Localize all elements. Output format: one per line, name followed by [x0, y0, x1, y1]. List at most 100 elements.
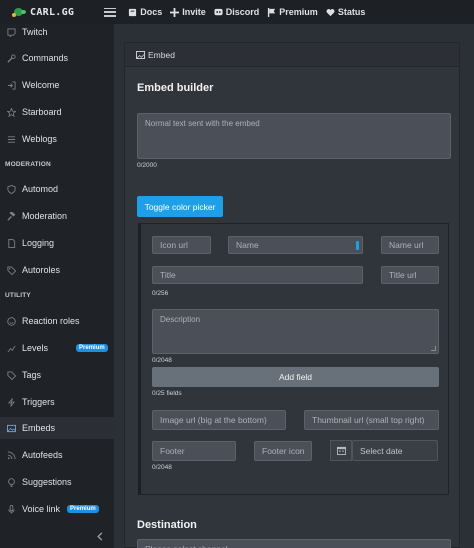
sidebar-item-triggers[interactable]: Triggers [0, 391, 114, 413]
sidebar-item-voice-link[interactable]: Voice link Premium [0, 498, 114, 520]
nav-invite-label: Invite [182, 7, 206, 17]
nav-invite[interactable]: Invite [170, 7, 206, 17]
title-url-input[interactable]: Title url [381, 266, 439, 284]
sidebar-item-welcome[interactable]: Welcome [0, 74, 114, 96]
sidebar-item-label: Voice link [22, 504, 61, 514]
nav-premium[interactable]: Premium [267, 7, 318, 17]
turtle-logo-icon [12, 7, 26, 18]
top-bar: CARL.GG Docs Invite Discord Premium Stat… [0, 0, 474, 24]
sidebar-item-label: Twitch [22, 27, 48, 37]
description-textarea[interactable]: Description [152, 309, 439, 354]
nav-status-label: Status [337, 7, 366, 17]
sidebar-item-label: Automod [22, 184, 59, 194]
embed-fields-panel: Icon url Name Name url Title Title url 0… [138, 223, 449, 495]
image-icon [136, 50, 145, 59]
sidebar-section-moderation: MODERATION [5, 161, 51, 168]
sidebar-item-twitch[interactable]: Twitch [0, 24, 114, 43]
description-placeholder: Description [160, 315, 201, 324]
nav-discord-label: Discord [225, 7, 260, 17]
title-counter: 0/256 [152, 290, 169, 297]
tag-icon [6, 265, 16, 275]
name-url-input[interactable]: Name url [381, 236, 439, 254]
sidebar-section-utility: UTILITY [5, 292, 31, 299]
chevron-left-icon [97, 531, 103, 541]
footer-counter: 0/2048 [152, 464, 172, 471]
sidebar-item-moderation[interactable]: Moderation [0, 205, 114, 227]
sidebar-item-label: Starboard [22, 107, 62, 117]
sidebar-item-suggestions[interactable]: Suggestions [0, 471, 114, 493]
plus-icon [170, 7, 180, 17]
premium-badge: Premium [76, 344, 108, 352]
calendar-icon[interactable] [330, 440, 352, 461]
sidebar-item-commands[interactable]: Commands [0, 47, 114, 69]
flag-icon [268, 7, 276, 17]
sidebar: Twitch Commands Welcome Starboard Weblog… [0, 24, 114, 548]
microphone-icon [6, 504, 16, 514]
chart-icon [6, 343, 16, 353]
tags-icon [6, 370, 16, 380]
smile-icon [6, 316, 16, 326]
sidebar-item-label: Moderation [22, 211, 68, 221]
image-icon [6, 423, 16, 433]
text-cursor-icon [356, 241, 359, 250]
date-input[interactable]: Select date [352, 440, 438, 461]
hammer-icon [6, 211, 16, 221]
sidebar-item-automod[interactable]: Automod [0, 178, 114, 200]
nav-discord[interactable]: Discord [214, 7, 260, 17]
destination-title: Destination [137, 519, 197, 531]
name-input[interactable]: Name [228, 236, 363, 254]
name-input-placeholder: Name [236, 240, 259, 250]
brand-name: CARL.GG [30, 6, 75, 18]
file-icon [6, 238, 16, 248]
sidebar-item-logging[interactable]: Logging [0, 232, 114, 254]
sidebar-item-label: Commands [22, 53, 69, 63]
message-content-textarea[interactable]: Normal text sent with the embed [137, 113, 451, 159]
sidebar-item-tags[interactable]: Tags [0, 364, 114, 386]
fields-counter: 0/25 fields [152, 390, 182, 397]
sidebar-item-levels[interactable]: Levels Premium [0, 337, 114, 359]
premium-badge: Premium [67, 505, 99, 513]
sidebar-item-starboard[interactable]: Starboard [0, 101, 114, 123]
image-url-input[interactable]: Image url (big at the bottom) [152, 410, 286, 430]
sidebar-item-autoroles[interactable]: Autoroles [0, 259, 114, 281]
add-field-button[interactable]: Add field [152, 367, 439, 387]
star-icon [6, 107, 16, 117]
book-icon [129, 8, 137, 16]
thumbnail-url-input[interactable]: Thumbnail url (small top right) [304, 410, 439, 430]
card-header: Embed [125, 43, 459, 67]
sidebar-item-label: Welcome [22, 80, 60, 90]
nav-docs-label: Docs [140, 7, 163, 17]
sidebar-item-embeds[interactable]: Embeds [0, 417, 114, 439]
brand[interactable]: CARL.GG [12, 7, 74, 18]
bolt-icon [6, 397, 16, 407]
wrench-icon [6, 53, 16, 63]
menu-toggle-icon[interactable] [104, 7, 117, 17]
resize-handle-icon[interactable] [431, 346, 436, 351]
sidebar-item-autofeeds[interactable]: Autofeeds [0, 444, 114, 466]
title-input[interactable]: Title [152, 266, 363, 284]
heartbeat-icon [326, 8, 335, 16]
list-icon [6, 134, 16, 144]
sidebar-item-reaction-roles[interactable]: Reaction roles [0, 310, 114, 332]
destination-channel-select[interactable]: Please select channel [137, 539, 451, 548]
lightbulb-icon [6, 477, 16, 487]
sidebar-item-label: Embeds [22, 423, 56, 433]
sidebar-item-label: Tags [22, 370, 42, 380]
sidebar-item-label: Logging [22, 238, 55, 248]
nav-premium-label: Premium [279, 7, 318, 17]
sidebar-item-label: Levels [22, 343, 49, 353]
date-picker[interactable]: Select date [330, 440, 438, 461]
description-counter: 0/2048 [152, 357, 172, 364]
nav-status[interactable]: Status [326, 7, 366, 17]
toggle-color-picker-button[interactable]: Toggle color picker [137, 196, 223, 217]
footer-input[interactable]: Footer [152, 441, 236, 461]
icon-url-input[interactable]: Icon url [152, 236, 211, 254]
footer-icon-input[interactable]: Footer icon [254, 441, 312, 461]
sidebar-collapse-button[interactable] [0, 524, 114, 548]
sidebar-item-weblogs[interactable]: Weblogs [0, 128, 114, 150]
embed-card: Embed Embed builder Normal text sent wit… [124, 42, 460, 548]
sidebar-item-label: Autoroles [22, 265, 61, 275]
card-header-title: Embed [148, 49, 175, 60]
nav-docs[interactable]: Docs [128, 7, 162, 17]
shield-icon [6, 184, 16, 194]
